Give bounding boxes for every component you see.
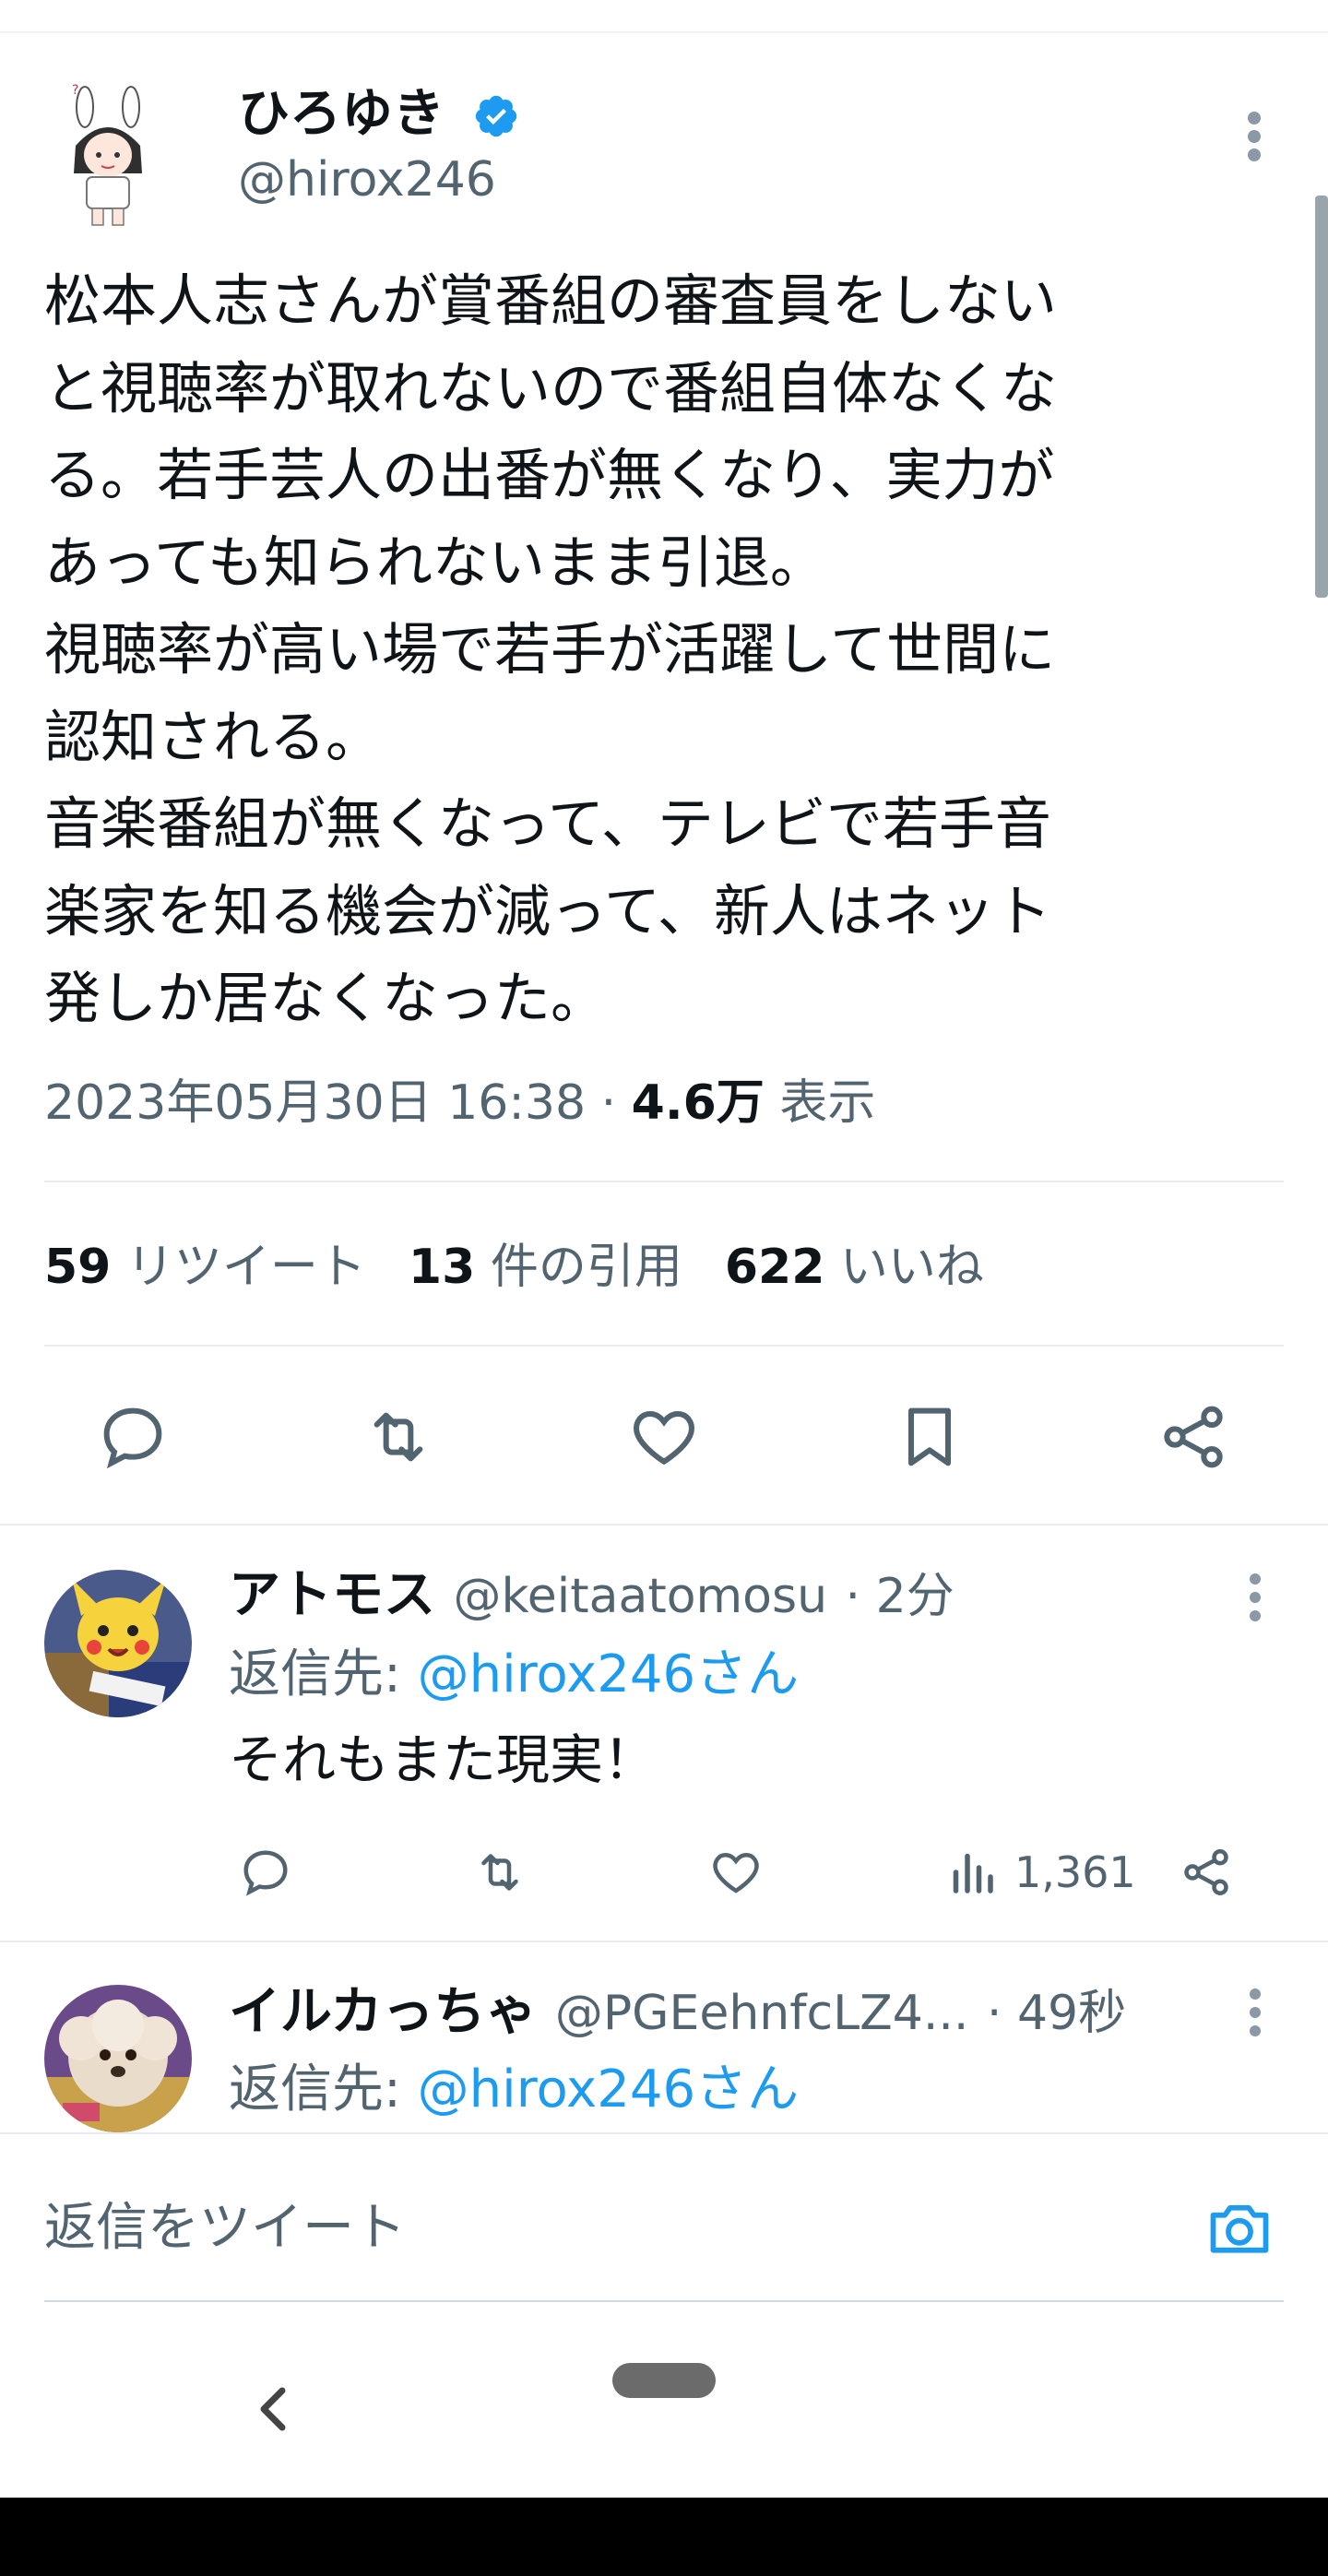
tweet-text: 松本人志さんが賞番組の審査員をしない と視聴率が取れないので番組自体なくな る。… (44, 268, 1058, 1031)
tweet-timestamp[interactable]: 2023年05月30日 16:38 (44, 1075, 586, 1131)
reply-author-name[interactable]: アトモス (229, 1565, 435, 1625)
reply-share-icon[interactable] (1179, 1845, 1234, 1900)
quotes-label: 件の引用 (490, 1240, 682, 1295)
retweets-label: リツイート (125, 1240, 366, 1295)
reply-to-line: 返信先: @hirox246さん (229, 1642, 799, 1708)
reply-avatar[interactable] (44, 1985, 192, 2132)
reply-retweet-icon[interactable] (472, 1845, 528, 1900)
reply-avatar[interactable] (44, 1570, 192, 1717)
reply-time: · 2分 (845, 1569, 954, 1624)
quotes-count: 13 (408, 1240, 476, 1295)
likes-label: いいね (839, 1240, 984, 1295)
reply-more-icon[interactable] (1244, 1572, 1266, 1623)
scrollbar[interactable] (1315, 196, 1328, 598)
reply-to-label: 返信先: (229, 1644, 418, 1704)
reply-author-name[interactable]: イルカっちゃ (229, 1982, 537, 2042)
author-name[interactable]: ひろゆき (238, 81, 445, 148)
reply-author: イルカっちゃ @PGEehnfcLZ4... · 49秒 (229, 1979, 1126, 2047)
likes-count: 622 (724, 1240, 825, 1295)
reply-to-line: 返信先: @hirox246さん (229, 2057, 799, 2123)
reply-author-handle[interactable]: @PGEehnfcLZ4... (555, 1986, 969, 2041)
back-chevron-icon[interactable] (253, 2380, 293, 2439)
likes-stat[interactable]: 622 いいね (725, 1240, 984, 1295)
actions-divider (0, 1524, 1328, 1525)
quotes-stat[interactable]: 13 件の引用 (409, 1240, 682, 1295)
like-heart-icon[interactable] (627, 1400, 701, 1474)
author-handle[interactable]: @hirox246 (238, 149, 496, 210)
home-gesture-pill[interactable] (612, 2363, 716, 2398)
reply-to-link[interactable]: @hirox246さん (418, 1644, 799, 1704)
reply-icon[interactable] (96, 1400, 170, 1474)
reply-more-icon[interactable] (1244, 1987, 1266, 2038)
meta-separator: · (586, 1075, 632, 1131)
reply-divider (0, 1941, 1328, 1942)
camera-icon[interactable] (1204, 2193, 1275, 2263)
reply-text: それもまた現実！ (229, 1728, 658, 1791)
more-options-icon[interactable] (1241, 109, 1267, 164)
verified-badge-icon (475, 95, 517, 137)
svg-text:?: ? (72, 83, 78, 98)
reply-time: · 49秒 (986, 1986, 1127, 2041)
views-label: 表示 (779, 1075, 876, 1131)
reply-to-label: 返信先: (229, 2060, 418, 2119)
bookmark-icon[interactable] (893, 1400, 966, 1474)
views-count: 4.6万 (631, 1075, 765, 1131)
retweet-icon[interactable] (362, 1400, 435, 1474)
retweets-count: 59 (44, 1240, 112, 1295)
tweet-meta: 2023年05月30日 16:38 · 4.6万 表示 (44, 1066, 875, 1140)
reply-input[interactable]: 返信をツイート (44, 2195, 406, 2261)
reply-like-icon[interactable] (708, 1845, 764, 1900)
tweet-stats: 59 リツイート 13 件の引用 622 いいね (44, 1230, 984, 1304)
meta-divider (44, 1181, 1284, 1182)
reply-author: アトモス @keitaatomosu · 2分 (229, 1562, 954, 1630)
reply-views-count[interactable]: 1,361 (1014, 1845, 1136, 1900)
reply-author-handle[interactable]: @keitaatomosu (454, 1569, 828, 1624)
share-icon[interactable] (1156, 1400, 1230, 1474)
reply-views-icon[interactable] (944, 1845, 1000, 1900)
reply-reply-icon[interactable] (238, 1845, 293, 1900)
stats-divider (44, 1345, 1284, 1347)
top-divider (0, 31, 1328, 33)
system-bottom-bar (0, 2498, 1328, 2576)
reply-to-link[interactable]: @hirox246さん (418, 2060, 799, 2119)
author-avatar[interactable]: ? (57, 81, 159, 229)
composer-underline (44, 2300, 1284, 2302)
retweets-stat[interactable]: 59 リツイート (44, 1240, 366, 1295)
